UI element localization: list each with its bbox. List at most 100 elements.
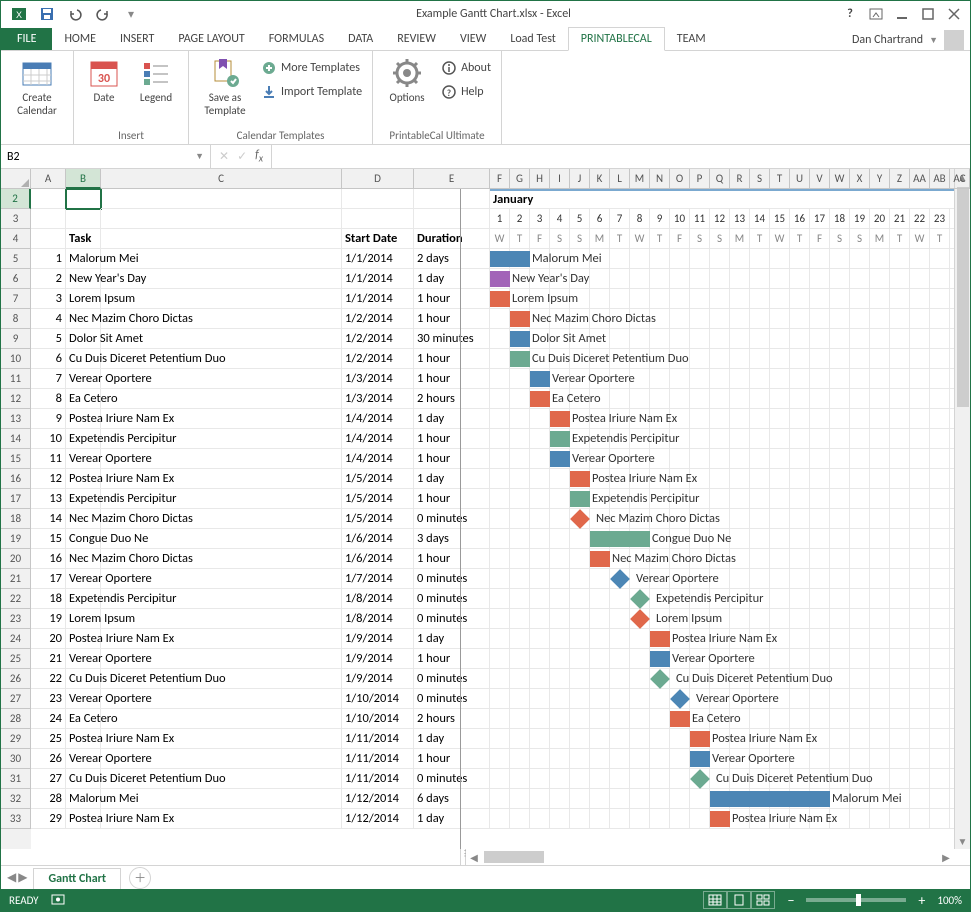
cell[interactable] [730, 429, 750, 449]
cell[interactable] [910, 729, 930, 749]
cell[interactable] [930, 769, 950, 789]
cell[interactable]: 0 minutes [414, 609, 490, 629]
column-header[interactable]: U [790, 169, 810, 189]
cell[interactable]: M [730, 229, 750, 249]
cell[interactable]: 1/6/2014 [342, 529, 414, 549]
cell[interactable] [550, 669, 570, 689]
cell[interactable] [930, 409, 950, 429]
help-button[interactable]: ?Help [439, 81, 493, 103]
cell[interactable] [730, 449, 750, 469]
cell[interactable]: 1/9/2014 [342, 629, 414, 649]
zoom-level[interactable]: 100% [937, 894, 962, 907]
cell[interactable] [630, 649, 650, 669]
cell[interactable]: 18 [830, 209, 850, 229]
cell[interactable] [910, 409, 930, 429]
cell[interactable]: T [890, 229, 910, 249]
cell[interactable] [830, 529, 850, 549]
cell[interactable]: 1 hour [414, 429, 490, 449]
cell[interactable] [850, 729, 870, 749]
cell[interactable] [670, 249, 690, 269]
cell[interactable] [810, 329, 830, 349]
cell[interactable] [750, 509, 770, 529]
cell[interactable] [890, 609, 910, 629]
cell[interactable]: S [830, 229, 850, 249]
cell[interactable]: 1 hour [414, 749, 490, 769]
row-header[interactable]: 17 [1, 489, 31, 509]
row-header[interactable]: 24 [1, 629, 31, 649]
cell[interactable] [790, 629, 810, 649]
cell[interactable] [910, 269, 930, 289]
cell[interactable] [101, 509, 342, 529]
cell[interactable] [930, 589, 950, 609]
cell[interactable] [890, 309, 910, 329]
cell[interactable] [530, 809, 550, 829]
cell[interactable] [850, 669, 870, 689]
cell[interactable]: Postea Iriure Nam Ex [66, 629, 101, 649]
cell[interactable] [870, 509, 890, 529]
cell[interactable] [101, 729, 342, 749]
cell[interactable] [550, 629, 570, 649]
cell[interactable]: 0 minutes [414, 769, 490, 789]
cell[interactable]: 16 [790, 209, 810, 229]
cell[interactable]: 1 hour [414, 449, 490, 469]
row-header[interactable]: 9 [1, 329, 31, 349]
cell[interactable]: 6 [590, 209, 610, 229]
cell[interactable] [610, 269, 630, 289]
cell[interactable] [490, 489, 510, 509]
cell[interactable] [870, 529, 890, 549]
cell[interactable]: 8 [31, 389, 66, 409]
cell[interactable] [710, 309, 730, 329]
cell[interactable] [810, 249, 830, 269]
cell[interactable]: 1 day [414, 269, 490, 289]
cell[interactable]: 15 [31, 529, 66, 549]
row-header[interactable]: 5 [1, 249, 31, 269]
cell[interactable] [710, 489, 730, 509]
cell[interactable] [750, 349, 770, 369]
cell[interactable]: Expetendis Percipitur [66, 589, 101, 609]
row-header[interactable]: 11 [1, 369, 31, 389]
cell[interactable] [670, 289, 690, 309]
cell[interactable]: Cu Duis Diceret Petentium Duo [66, 669, 101, 689]
cell[interactable] [810, 489, 830, 509]
cell[interactable] [570, 729, 590, 749]
cell[interactable] [730, 369, 750, 389]
cell[interactable] [510, 649, 530, 669]
cell[interactable]: 1 hour [414, 369, 490, 389]
cell[interactable] [750, 449, 770, 469]
cell[interactable]: 11 [31, 449, 66, 469]
cell[interactable] [550, 469, 570, 489]
cell[interactable]: 7 [610, 209, 630, 229]
cell[interactable] [750, 269, 770, 289]
cell[interactable]: W [490, 229, 510, 249]
cell[interactable] [850, 529, 870, 549]
cell[interactable] [530, 509, 550, 529]
cell[interactable]: 24 [31, 709, 66, 729]
cell[interactable]: Lorem Ipsum [66, 289, 101, 309]
cell[interactable] [590, 289, 610, 309]
cell[interactable]: Postea Iriure Nam Ex [66, 469, 101, 489]
cell[interactable]: 1/8/2014 [342, 609, 414, 629]
cell[interactable] [910, 489, 930, 509]
sheet-tab-active[interactable]: Gantt Chart [33, 868, 121, 889]
cell[interactable] [810, 649, 830, 669]
cell[interactable] [850, 709, 870, 729]
cell[interactable]: 1/12/2014 [342, 809, 414, 829]
cell[interactable] [690, 409, 710, 429]
cell[interactable]: 23 [31, 689, 66, 709]
cell[interactable]: 19 [31, 609, 66, 629]
cell[interactable]: 18 [31, 589, 66, 609]
cell[interactable] [870, 809, 890, 829]
cell[interactable] [590, 629, 610, 649]
cell[interactable] [850, 389, 870, 409]
cell[interactable] [910, 469, 930, 489]
cell[interactable] [790, 549, 810, 569]
cell[interactable]: 1 day [414, 409, 490, 429]
cell[interactable] [790, 689, 810, 709]
cell[interactable]: 25 [31, 729, 66, 749]
cell[interactable] [770, 409, 790, 429]
cell[interactable] [570, 629, 590, 649]
cell[interactable] [550, 689, 570, 709]
column-header[interactable]: D [342, 169, 414, 189]
cell[interactable]: 0 minutes [414, 589, 490, 609]
cell[interactable] [490, 329, 510, 349]
